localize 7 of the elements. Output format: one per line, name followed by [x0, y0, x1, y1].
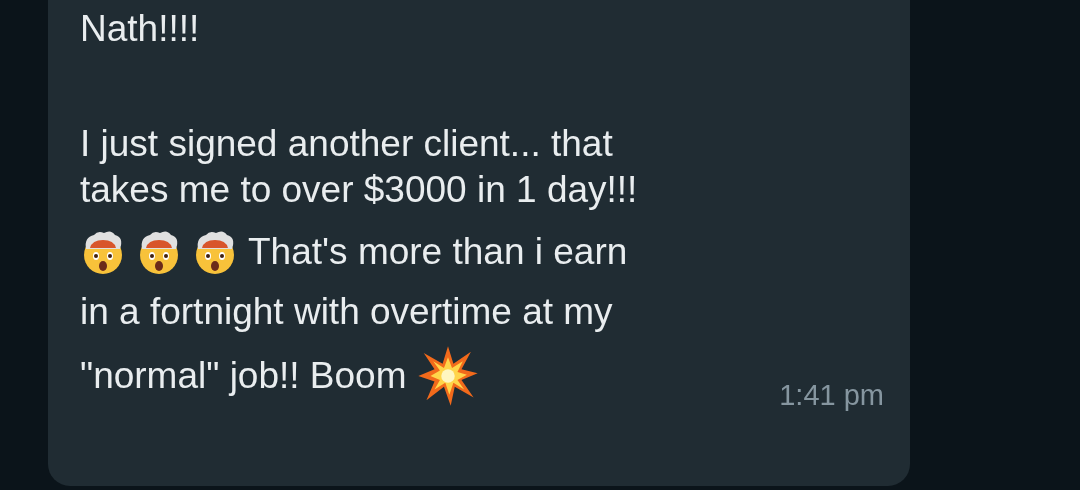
message-text: Nath!!!!: [80, 7, 201, 51]
message-text: That's more than i earn: [248, 230, 628, 274]
message-text: takes me to over $3000 in 1 day!!!: [80, 168, 638, 212]
message-text: "normal" job!! Boom: [80, 354, 407, 398]
message-text: in a fortnight with overtime at my: [80, 290, 613, 334]
message-time: 1:41 pm: [779, 379, 884, 412]
message-text: I just signed another client... that: [80, 122, 613, 166]
